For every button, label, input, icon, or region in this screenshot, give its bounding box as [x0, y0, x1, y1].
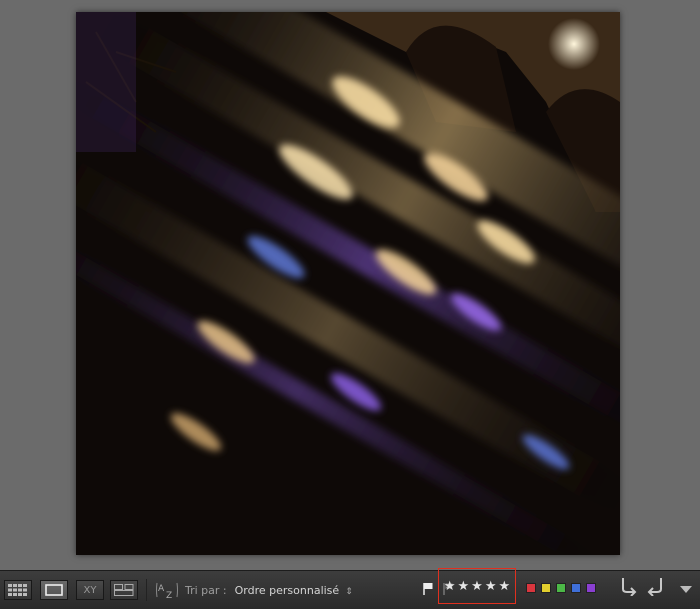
sort-order-dropdown[interactable]: Ordre personnalisé ⇕ [235, 584, 353, 597]
grid-view-icon[interactable] [4, 580, 32, 600]
star-rating: ★ ★ ★ ★ ★ [438, 568, 516, 604]
toolbar-menu-icon[interactable] [680, 579, 692, 598]
color-label-yellow[interactable] [541, 583, 551, 593]
sort-label: Tri par : [185, 583, 227, 597]
sort-order-value: Ordre personnalisé [234, 583, 340, 597]
rating-star-3[interactable]: ★ [471, 580, 483, 593]
photo-image [76, 12, 620, 555]
svg-text:Z: Z [166, 591, 172, 599]
compare-view-icon[interactable]: XY [76, 580, 104, 600]
toolbar-divider [146, 579, 147, 601]
rotate-left-icon[interactable] [618, 576, 638, 600]
loupe-viewer [0, 0, 700, 568]
rating-star-4[interactable]: ★ [485, 580, 497, 593]
color-label-group [526, 583, 596, 593]
compare-view-label: XY [83, 584, 97, 596]
color-label-purple[interactable] [586, 583, 596, 593]
rotate-group [618, 576, 692, 600]
sort-direction-icon[interactable]: AZ [155, 580, 179, 600]
rating-star-1[interactable]: ★ [444, 580, 456, 593]
survey-view-icon[interactable] [110, 580, 138, 600]
rating-star-2[interactable]: ★ [458, 580, 470, 593]
chevron-updown-icon: ⇕ [345, 586, 353, 597]
rating-star-5[interactable]: ★ [498, 580, 510, 593]
loupe-view-icon[interactable] [40, 580, 68, 600]
color-label-blue[interactable] [571, 583, 581, 593]
rotate-right-icon[interactable] [646, 576, 666, 600]
color-label-red[interactable] [526, 583, 536, 593]
flag-pick-icon[interactable] [422, 582, 435, 599]
svg-text:A: A [158, 584, 165, 594]
color-label-green[interactable] [556, 583, 566, 593]
photo-preview[interactable] [76, 12, 620, 555]
